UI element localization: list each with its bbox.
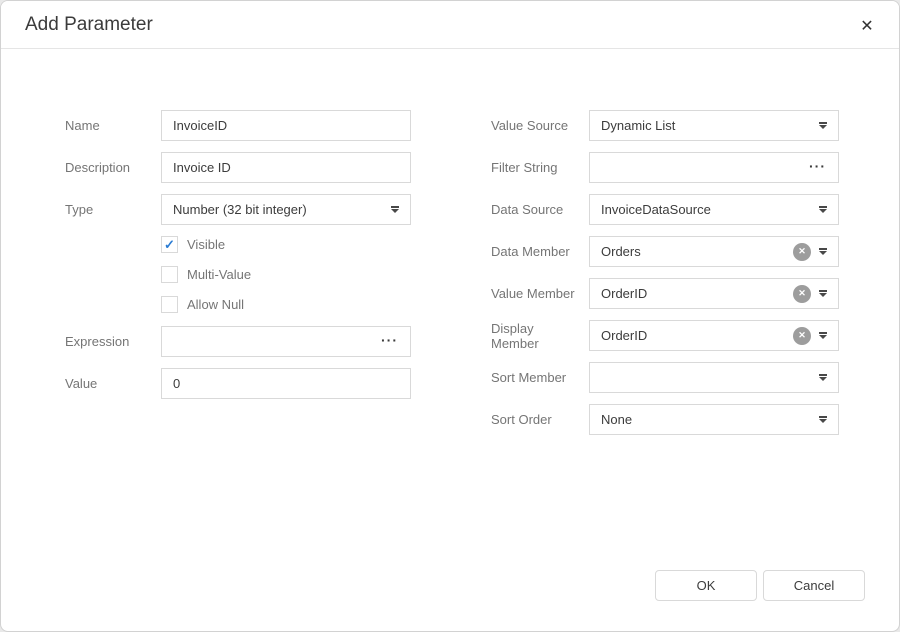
value-source-label: Value Source	[491, 118, 589, 133]
value-source-select[interactable]: Dynamic List	[589, 110, 839, 141]
expression-input[interactable]	[173, 327, 374, 356]
allow-null-checkbox[interactable]	[161, 296, 178, 313]
checkbox-group: ✓ Visible Multi-Value Allow Null	[161, 236, 411, 313]
chevron-down-icon	[819, 248, 827, 255]
display-member-label: Display Member	[491, 321, 589, 351]
value-member-label: Value Member	[491, 286, 589, 301]
data-member-select-value: Orders	[601, 244, 787, 259]
expression-label: Expression	[65, 334, 161, 349]
clear-icon: ✕	[798, 331, 806, 340]
chevron-down-icon	[819, 290, 827, 297]
description-label: Description	[65, 160, 161, 175]
clear-icon: ✕	[798, 289, 806, 298]
multi-value-checkbox-label: Multi-Value	[187, 267, 251, 282]
sort-order-select[interactable]: None	[589, 404, 839, 435]
filter-string-input[interactable]	[601, 153, 802, 182]
display-member-select[interactable]: OrderID ✕	[589, 320, 839, 351]
dialog-title: Add Parameter	[25, 14, 153, 36]
ok-button[interactable]: OK	[655, 570, 757, 601]
sort-order-label: Sort Order	[491, 412, 589, 427]
sort-order-select-value: None	[601, 412, 811, 427]
expression-field: ···	[161, 326, 411, 357]
data-source-label: Data Source	[491, 202, 589, 217]
clear-icon: ✕	[798, 247, 806, 256]
dialog-header: Add Parameter ✕	[1, 1, 899, 49]
display-member-select-value: OrderID	[601, 328, 787, 343]
sort-order-row: Sort Order None	[491, 404, 839, 435]
name-field	[161, 110, 411, 141]
visible-checkbox-row: ✓ Visible	[161, 236, 411, 253]
add-parameter-dialog: Add Parameter ✕ Name Description Type Nu…	[0, 0, 900, 632]
value-row: Value	[65, 368, 411, 399]
value-input[interactable]	[173, 369, 399, 398]
allow-null-checkbox-row: Allow Null	[161, 296, 411, 313]
chevron-down-icon	[819, 416, 827, 423]
expression-ellipsis-button[interactable]: ···	[380, 333, 399, 351]
filter-string-label: Filter String	[491, 160, 589, 175]
sort-member-row: Sort Member	[491, 362, 839, 393]
data-source-row: Data Source InvoiceDataSource	[491, 194, 839, 225]
value-member-row: Value Member OrderID ✕	[491, 278, 839, 309]
chevron-down-icon	[391, 206, 399, 213]
chevron-down-icon	[819, 122, 827, 129]
display-member-row: Display Member OrderID ✕	[491, 320, 839, 351]
close-icon: ✕	[860, 16, 873, 36]
value-label: Value	[65, 376, 161, 391]
value-member-select[interactable]: OrderID ✕	[589, 278, 839, 309]
value-source-row: Value Source Dynamic List	[491, 110, 839, 141]
expression-row: Expression ···	[65, 326, 411, 357]
description-input[interactable]	[173, 153, 399, 182]
value-member-clear-button[interactable]: ✕	[793, 285, 811, 303]
data-member-select[interactable]: Orders ✕	[589, 236, 839, 267]
dialog-footer: OK Cancel	[655, 570, 865, 601]
chevron-down-icon	[819, 206, 827, 213]
ellipsis-icon: ···	[381, 332, 398, 348]
ellipsis-icon: ···	[809, 158, 826, 174]
data-source-select-value: InvoiceDataSource	[601, 202, 811, 217]
visible-checkbox-label: Visible	[187, 237, 225, 252]
chevron-down-icon	[819, 374, 827, 381]
data-source-select[interactable]: InvoiceDataSource	[589, 194, 839, 225]
chevron-down-icon	[819, 332, 827, 339]
sort-member-label: Sort Member	[491, 370, 589, 385]
value-source-select-value: Dynamic List	[601, 118, 811, 133]
name-label: Name	[65, 118, 161, 133]
close-button[interactable]: ✕	[856, 15, 878, 37]
value-member-select-value: OrderID	[601, 286, 787, 301]
description-field	[161, 152, 411, 183]
visible-checkbox[interactable]: ✓	[161, 236, 178, 253]
value-field	[161, 368, 411, 399]
type-select[interactable]: Number (32 bit integer)	[161, 194, 411, 225]
filter-string-ellipsis-button[interactable]: ···	[808, 159, 827, 177]
left-column: Name Description Type Number (32 bit int…	[65, 110, 411, 410]
filter-string-row: Filter String ···	[491, 152, 839, 183]
checkmark-icon: ✓	[164, 238, 175, 251]
type-label: Type	[65, 202, 161, 217]
right-column: Value Source Dynamic List Filter String …	[491, 110, 839, 446]
name-row: Name	[65, 110, 411, 141]
type-select-value: Number (32 bit integer)	[173, 202, 383, 217]
data-member-row: Data Member Orders ✕	[491, 236, 839, 267]
data-member-clear-button[interactable]: ✕	[793, 243, 811, 261]
name-input[interactable]	[173, 111, 399, 140]
multi-value-checkbox[interactable]	[161, 266, 178, 283]
filter-string-field: ···	[589, 152, 839, 183]
type-row: Type Number (32 bit integer)	[65, 194, 411, 225]
display-member-clear-button[interactable]: ✕	[793, 327, 811, 345]
multi-value-checkbox-row: Multi-Value	[161, 266, 411, 283]
cancel-button[interactable]: Cancel	[763, 570, 865, 601]
data-member-label: Data Member	[491, 244, 589, 259]
sort-member-select[interactable]	[589, 362, 839, 393]
description-row: Description	[65, 152, 411, 183]
allow-null-checkbox-label: Allow Null	[187, 297, 244, 312]
